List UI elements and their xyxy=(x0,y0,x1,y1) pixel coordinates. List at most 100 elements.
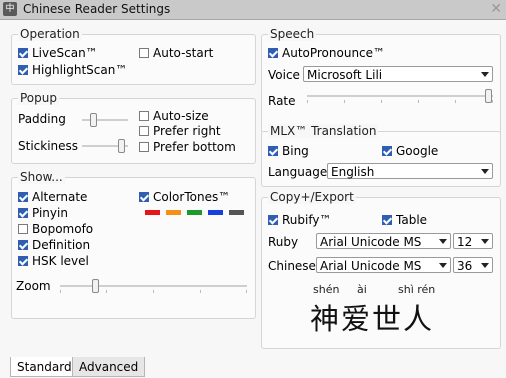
ruby-font-select[interactable]: Arial Unicode MS xyxy=(316,233,451,249)
rate-slider[interactable] xyxy=(307,89,493,103)
autopronounce-label: AutoPronounce™ xyxy=(282,46,386,60)
slider-thumb[interactable] xyxy=(92,279,99,293)
chevron-down-icon xyxy=(481,169,489,174)
tone-color-5-swatch[interactable] xyxy=(229,210,244,215)
slider-ticks xyxy=(60,290,247,294)
preview-pinyin-3: shì rén xyxy=(398,283,436,296)
rubify-label: Rubify™ xyxy=(282,213,332,227)
popup-title: Popup xyxy=(18,91,59,105)
bing-checkbox[interactable]: Bing xyxy=(268,144,309,158)
livescan-label: LiveScan™ xyxy=(32,46,98,60)
tone-color-2-swatch[interactable] xyxy=(166,210,181,215)
operation-title: Operation xyxy=(18,27,82,41)
definition-checkbox[interactable]: Definition xyxy=(18,238,90,252)
checkbox-box[interactable] xyxy=(268,215,278,225)
checkbox-box[interactable] xyxy=(18,48,28,58)
checkbox-box[interactable] xyxy=(382,215,392,225)
window-title: Chinese Reader Settings xyxy=(23,2,171,16)
alternate-checkbox[interactable]: Alternate xyxy=(18,190,87,204)
preview-pinyin-2: ài xyxy=(357,283,367,296)
speech-title: Speech xyxy=(268,27,317,41)
checkbox-box[interactable] xyxy=(18,65,28,75)
slider-ticks xyxy=(307,100,493,104)
chevron-down-icon xyxy=(481,72,489,77)
zoom-label: Zoom xyxy=(16,279,51,293)
hsk-checkbox[interactable]: HSK level xyxy=(18,254,89,268)
tab-strip: Standard Advanced xyxy=(0,357,506,378)
checkbox-box[interactable] xyxy=(18,256,28,266)
chevron-down-icon xyxy=(481,239,489,244)
google-label: Google xyxy=(396,144,439,158)
tab-advanced[interactable]: Advanced xyxy=(72,357,146,377)
bopomofo-checkbox[interactable]: Bopomofo xyxy=(18,222,93,236)
bing-label: Bing xyxy=(282,144,309,158)
slider-track xyxy=(60,285,247,287)
colortones-label: ColorTones™ xyxy=(153,190,231,204)
stickiness-slider[interactable] xyxy=(82,139,128,153)
language-value: English xyxy=(331,165,375,179)
livescan-checkbox[interactable]: LiveScan™ xyxy=(18,46,98,60)
pinyin-checkbox[interactable]: Pinyin xyxy=(18,206,68,220)
checkbox-box[interactable] xyxy=(18,208,28,218)
pinyin-label: Pinyin xyxy=(32,206,68,220)
checkbox-box[interactable] xyxy=(268,146,278,156)
checkbox-box[interactable] xyxy=(139,48,149,58)
checkbox-box[interactable] xyxy=(382,146,392,156)
voice-label: Voice xyxy=(268,68,300,82)
autosize-label: Auto-size xyxy=(153,109,209,123)
autostart-label: Auto-start xyxy=(153,46,214,60)
slider-thumb[interactable] xyxy=(485,89,492,103)
tone-color-3-swatch[interactable] xyxy=(187,210,202,215)
checkbox-box[interactable] xyxy=(18,224,28,234)
checkbox-box[interactable] xyxy=(18,192,28,202)
chevron-down-icon xyxy=(439,239,447,244)
language-select[interactable]: English xyxy=(327,163,493,179)
padding-slider[interactable] xyxy=(82,113,128,127)
copy-export-title: Copy+/Export xyxy=(268,190,356,204)
chinese-font-select[interactable]: Arial Unicode MS xyxy=(316,257,451,273)
chevron-down-icon xyxy=(439,263,447,268)
settings-client-area: Operation LiveScan™ Auto-start Highlight… xyxy=(0,20,506,378)
alternate-label: Alternate xyxy=(32,190,88,204)
ruby-label: Ruby xyxy=(268,235,299,249)
table-checkbox[interactable]: Table xyxy=(382,213,427,227)
voice-select[interactable]: Microsoft Lili xyxy=(303,66,493,82)
prefer-right-checkbox[interactable]: Prefer right xyxy=(139,124,221,138)
checkbox-box[interactable] xyxy=(268,48,278,58)
slider-thumb[interactable] xyxy=(90,113,97,127)
slider-thumb[interactable] xyxy=(118,139,125,153)
highlightscan-checkbox[interactable]: HighlightScan™ xyxy=(18,63,127,77)
tab-standard[interactable]: Standard xyxy=(10,357,79,377)
slider-track xyxy=(82,119,128,121)
title-bar: 中 Chinese Reader Settings ✕ xyxy=(0,0,506,20)
checkbox-box[interactable] xyxy=(139,142,149,152)
prefer-right-label: Prefer right xyxy=(153,124,221,138)
bopomofo-label: Bopomofo xyxy=(32,222,94,236)
autostart-checkbox[interactable]: Auto-start xyxy=(139,46,213,60)
ruby-size-select[interactable]: 12 xyxy=(453,233,493,249)
prefer-bottom-checkbox[interactable]: Prefer bottom xyxy=(139,140,236,154)
voice-value: Microsoft Lili xyxy=(307,68,383,82)
rate-label: Rate xyxy=(268,94,296,108)
colortones-checkbox[interactable]: ColorTones™ xyxy=(139,190,230,204)
checkbox-box[interactable] xyxy=(139,126,149,136)
chinese-label: Chinese xyxy=(268,259,316,273)
autosize-checkbox[interactable]: Auto-size xyxy=(139,109,209,123)
tone-color-1-swatch[interactable] xyxy=(145,210,160,215)
rubify-checkbox[interactable]: Rubify™ xyxy=(268,213,331,227)
ruby-size-value: 12 xyxy=(457,235,473,249)
checkbox-box[interactable] xyxy=(18,240,28,250)
autopronounce-checkbox[interactable]: AutoPronounce™ xyxy=(268,46,385,60)
chinese-size-select[interactable]: 36 xyxy=(453,257,493,273)
chevron-down-icon xyxy=(481,263,489,268)
zoom-slider[interactable] xyxy=(60,279,247,293)
hsk-label: HSK level xyxy=(32,254,89,268)
checkbox-box[interactable] xyxy=(139,111,149,121)
checkbox-box[interactable] xyxy=(139,192,149,202)
ruby-font-value: Arial Unicode MS xyxy=(320,235,422,249)
close-icon[interactable]: ✕ xyxy=(490,0,502,18)
tone-color-4-swatch[interactable] xyxy=(208,210,223,215)
highlightscan-label: HighlightScan™ xyxy=(32,63,128,77)
chinese-size-value: 36 xyxy=(457,259,473,273)
google-checkbox[interactable]: Google xyxy=(382,144,438,158)
